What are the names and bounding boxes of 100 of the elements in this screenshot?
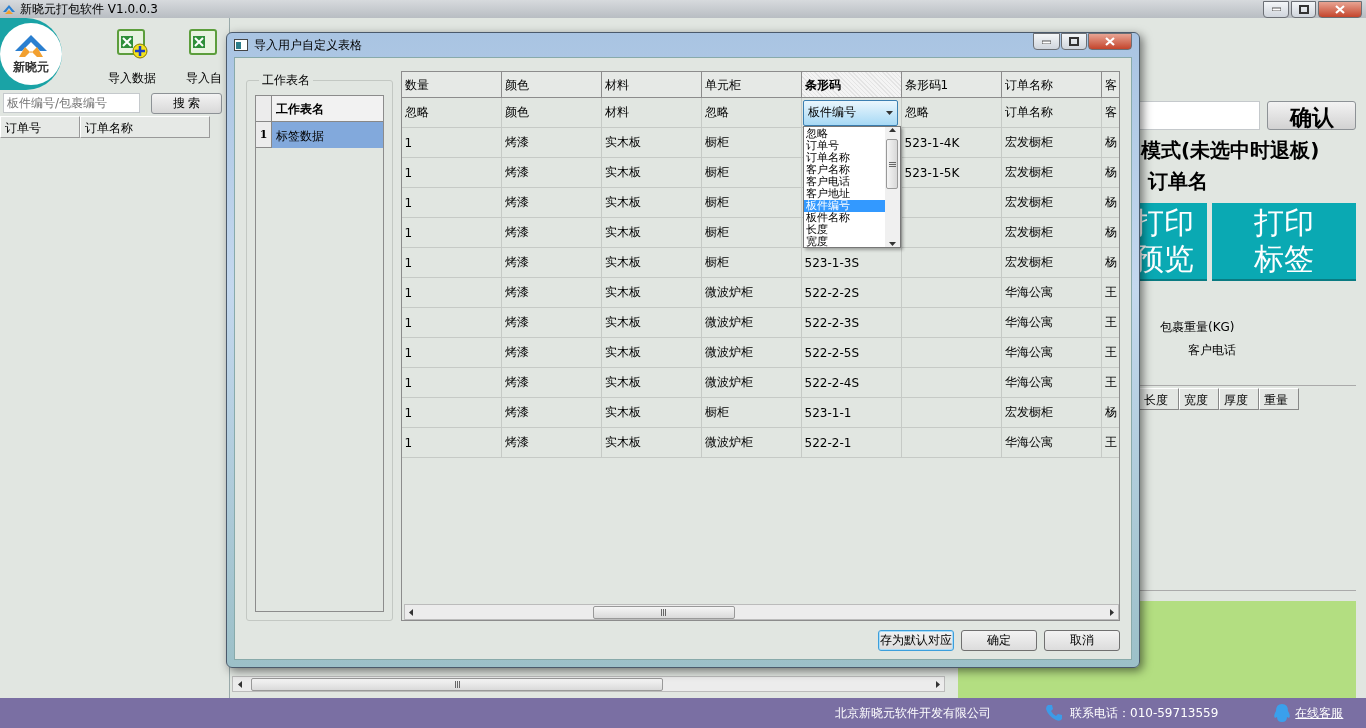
minimize-button[interactable] bbox=[1033, 33, 1060, 50]
table-cell: 1 bbox=[404, 435, 413, 450]
table-cell: 实木板 bbox=[604, 434, 641, 451]
close-icon bbox=[1105, 37, 1115, 46]
table-cell: 微波炉柜 bbox=[704, 284, 753, 301]
dropdown-option[interactable]: 客户电话 bbox=[803, 176, 885, 188]
column-header[interactable]: 颜色 bbox=[501, 72, 602, 98]
table-cell: 橱柜 bbox=[704, 134, 729, 151]
dropdown-option[interactable]: 订单名称 bbox=[803, 152, 885, 164]
dropdown-option[interactable]: 宽度 bbox=[803, 236, 885, 248]
table-cell: 橱柜 bbox=[704, 164, 729, 181]
window-title: 新晓元打包软件 V1.0.0.3 bbox=[20, 0, 158, 18]
table-cell: 523-1-5K bbox=[904, 165, 960, 180]
table-cell: 杨 bbox=[1104, 224, 1117, 241]
table-cell: 微波炉柜 bbox=[704, 434, 753, 451]
toolbar-button[interactable]: 导入数据 bbox=[104, 26, 160, 87]
table-cell: 1 bbox=[404, 375, 413, 390]
maximize-icon bbox=[1069, 37, 1079, 46]
grip-icon bbox=[453, 680, 461, 688]
table-cell: 橱柜 bbox=[704, 194, 729, 211]
column-header[interactable]: 工作表名 bbox=[272, 96, 383, 122]
table-cell: 宏发橱柜 bbox=[1004, 404, 1053, 421]
dropdown-option[interactable]: 板件名称 bbox=[803, 212, 885, 224]
minimize-button[interactable] bbox=[1263, 0, 1289, 18]
table-cell: 实木板 bbox=[604, 344, 641, 361]
table-cell: 宏发橱柜 bbox=[1004, 254, 1053, 271]
table-cell: 烤漆 bbox=[504, 344, 529, 361]
scroll-left-icon bbox=[236, 680, 244, 688]
close-button[interactable] bbox=[1318, 0, 1362, 18]
scroll-thumb[interactable] bbox=[251, 677, 663, 691]
table-cell: 杨 bbox=[1104, 164, 1117, 181]
horizontal-scrollbar[interactable] bbox=[403, 604, 1119, 620]
scroll-left-icon bbox=[408, 608, 416, 616]
dropdown-option[interactable]: 客户地址 bbox=[803, 188, 885, 200]
table-cell: 522-2-3S bbox=[804, 315, 859, 330]
table-cell: 1 bbox=[404, 195, 413, 210]
penguin-icon bbox=[1273, 703, 1292, 723]
maximize-button[interactable] bbox=[1291, 0, 1316, 18]
table-cell: 华海公寓 bbox=[1004, 434, 1053, 451]
column-header[interactable]: 订单号 bbox=[0, 116, 80, 138]
table-cell: 522-2-2S bbox=[804, 285, 859, 300]
column-header[interactable]: 厚度 bbox=[1219, 388, 1259, 410]
table-cell: 1 bbox=[404, 165, 413, 180]
confirm-button[interactable]: 确认 bbox=[1267, 101, 1356, 130]
company-name: 北京新晓元软件开发有限公司 bbox=[835, 704, 991, 722]
close-button[interactable] bbox=[1088, 33, 1132, 50]
column-header[interactable]: 重量 bbox=[1259, 388, 1299, 410]
scroll-thumb[interactable] bbox=[886, 139, 899, 189]
table-cell: 522-2-4S bbox=[804, 375, 859, 390]
table-cell: 杨 bbox=[1104, 404, 1117, 421]
column-header[interactable]: 订单名称 bbox=[1001, 72, 1102, 98]
dropdown-option[interactable]: 客户名称 bbox=[803, 164, 885, 176]
maximize-button[interactable] bbox=[1061, 33, 1087, 50]
maximize-icon bbox=[1298, 4, 1309, 14]
scroll-right-icon bbox=[933, 680, 941, 688]
search-field[interactable]: 板件编号/包裹编号 bbox=[3, 93, 140, 113]
table-cell: 烤漆 bbox=[504, 314, 529, 331]
mapping-dropdown[interactable]: 板件编号 bbox=[802, 99, 898, 126]
table-cell: 1 bbox=[404, 225, 413, 240]
table-cell: 王 bbox=[1104, 434, 1117, 451]
vertical-scrollbar[interactable] bbox=[884, 127, 900, 247]
table-cell: 橱柜 bbox=[704, 404, 729, 421]
online-service-link[interactable]: 在线客服 bbox=[1295, 704, 1344, 722]
sheet-item[interactable]: 标签数据 bbox=[272, 122, 383, 148]
table-cell: 宏发橱柜 bbox=[1004, 224, 1053, 241]
table-cell: 烤漆 bbox=[504, 374, 529, 391]
table-cell: 1 bbox=[404, 285, 413, 300]
table-cell: 烤漆 bbox=[504, 134, 529, 151]
dropdown-option[interactable]: 忽略 bbox=[803, 128, 885, 140]
column-header[interactable]: 宽度 bbox=[1179, 388, 1219, 410]
dropdown-option[interactable]: 长度 bbox=[803, 224, 885, 236]
horizontal-scrollbar[interactable] bbox=[232, 676, 945, 692]
search-button[interactable]: 搜 索 bbox=[151, 92, 222, 114]
dialog-button[interactable]: 取消 bbox=[1044, 630, 1120, 651]
column-header[interactable]: 材料 bbox=[601, 72, 702, 98]
table-cell: 522-2-5S bbox=[804, 345, 859, 360]
column-header[interactable]: 数量 bbox=[401, 72, 502, 98]
scroll-down-icon bbox=[888, 240, 896, 247]
column-header[interactable]: 单元柜 bbox=[701, 72, 802, 98]
table-cell: 华海公寓 bbox=[1004, 284, 1053, 301]
dialog-button[interactable]: 存为默认对应 bbox=[878, 630, 954, 651]
spreadsheet-icon bbox=[115, 26, 149, 60]
table-cell: 微波炉柜 bbox=[704, 374, 753, 391]
column-header[interactable]: 长度 bbox=[1139, 388, 1179, 410]
column-header[interactable]: 条形码1 bbox=[901, 72, 1002, 98]
column-header[interactable]: 订单名称 bbox=[80, 116, 210, 138]
mode-text: 模式(未选中时退板) bbox=[1141, 137, 1321, 164]
close-icon bbox=[1335, 4, 1345, 14]
table-cell: 523-1-3S bbox=[804, 255, 859, 270]
dropdown-option[interactable]: 订单号 bbox=[803, 140, 885, 152]
table-cell: 华海公寓 bbox=[1004, 314, 1053, 331]
grip-icon bbox=[660, 608, 668, 616]
dialog-button[interactable]: 确定 bbox=[961, 630, 1037, 651]
scroll-thumb[interactable] bbox=[592, 605, 735, 619]
group-title: 工作表名 bbox=[261, 72, 311, 89]
window-icon bbox=[234, 39, 248, 51]
column-header[interactable]: 条形码 bbox=[801, 72, 902, 98]
minimize-icon bbox=[1271, 7, 1281, 11]
table-cell: 实木板 bbox=[604, 314, 641, 331]
table-cell: 烤漆 bbox=[504, 404, 529, 421]
